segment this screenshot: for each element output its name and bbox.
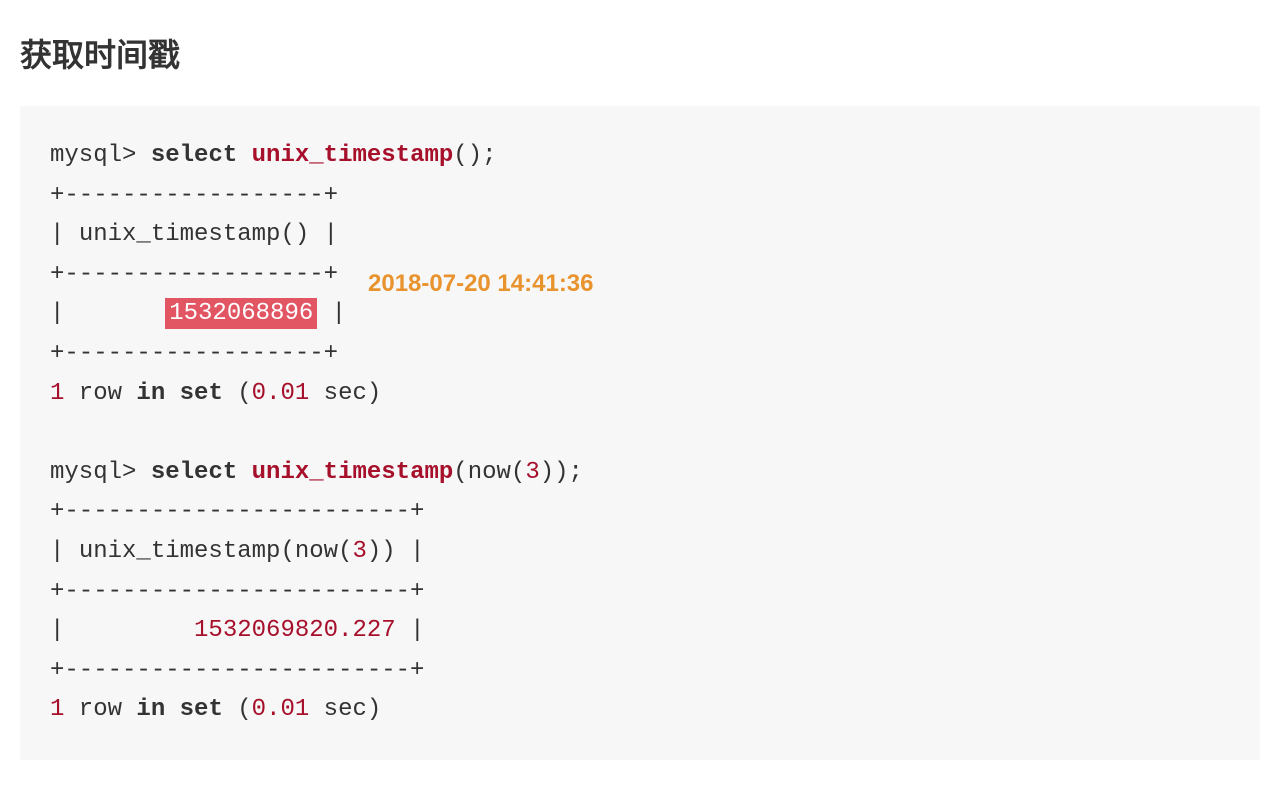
elapsed-time: 0.01 [252, 696, 310, 723]
function-name: unix_timestamp [252, 142, 454, 169]
code-block: mysql> select unix_timestamp(); +-------… [20, 106, 1260, 760]
call-close: )); [540, 459, 583, 486]
keyword-in: in [136, 696, 165, 723]
highlighted-timestamp: 1532068896 [165, 298, 317, 329]
table-border: +------------------+ [50, 340, 338, 367]
table-border: +------------------------+ [50, 657, 424, 684]
section-heading: 获取时间戳 [20, 30, 1260, 76]
result-text: row [64, 380, 136, 407]
keyword-select: select [151, 142, 237, 169]
table-header-a: unix_timestamp(now( [79, 538, 353, 565]
literal-number: 3 [525, 459, 539, 486]
prompt: mysql> [50, 142, 136, 169]
paren: ( [223, 380, 252, 407]
datetime-annotation: 2018-07-20 14:41:36 [368, 264, 594, 304]
timestamp-value: 1532069820.227 [194, 617, 396, 644]
call-args: (now( [453, 459, 525, 486]
paren: ( [223, 696, 252, 723]
table-cell-r: | [309, 221, 338, 248]
table-header-c: )) [367, 538, 396, 565]
table-border: +------------------+ [50, 261, 338, 288]
table-cell-r: | [396, 617, 425, 644]
table-cell-r: | [396, 538, 425, 565]
table-cell-l: | [50, 617, 194, 644]
keyword-set: set [180, 696, 223, 723]
result-count: 1 [50, 696, 64, 723]
table-header: unix_timestamp() [79, 221, 309, 248]
table-cell-l: | [50, 300, 165, 327]
table-border: +------------------------+ [50, 498, 424, 525]
literal-number: 3 [352, 538, 366, 565]
space [165, 696, 179, 723]
keyword-select: select [151, 459, 237, 486]
table-cell-l: | [50, 538, 79, 565]
sec-label: sec) [309, 696, 381, 723]
sec-label: sec) [309, 380, 381, 407]
keyword-in: in [136, 380, 165, 407]
result-count: 1 [50, 380, 64, 407]
keyword-set: set [180, 380, 223, 407]
table-border: +------------------------+ [50, 578, 424, 605]
result-text: row [64, 696, 136, 723]
table-border: +------------------+ [50, 182, 338, 209]
table-cell-l: | [50, 221, 79, 248]
prompt: mysql> [50, 459, 136, 486]
table-cell-r: | [317, 300, 346, 327]
function-name: unix_timestamp [252, 459, 454, 486]
space [165, 380, 179, 407]
elapsed-time: 0.01 [252, 380, 310, 407]
